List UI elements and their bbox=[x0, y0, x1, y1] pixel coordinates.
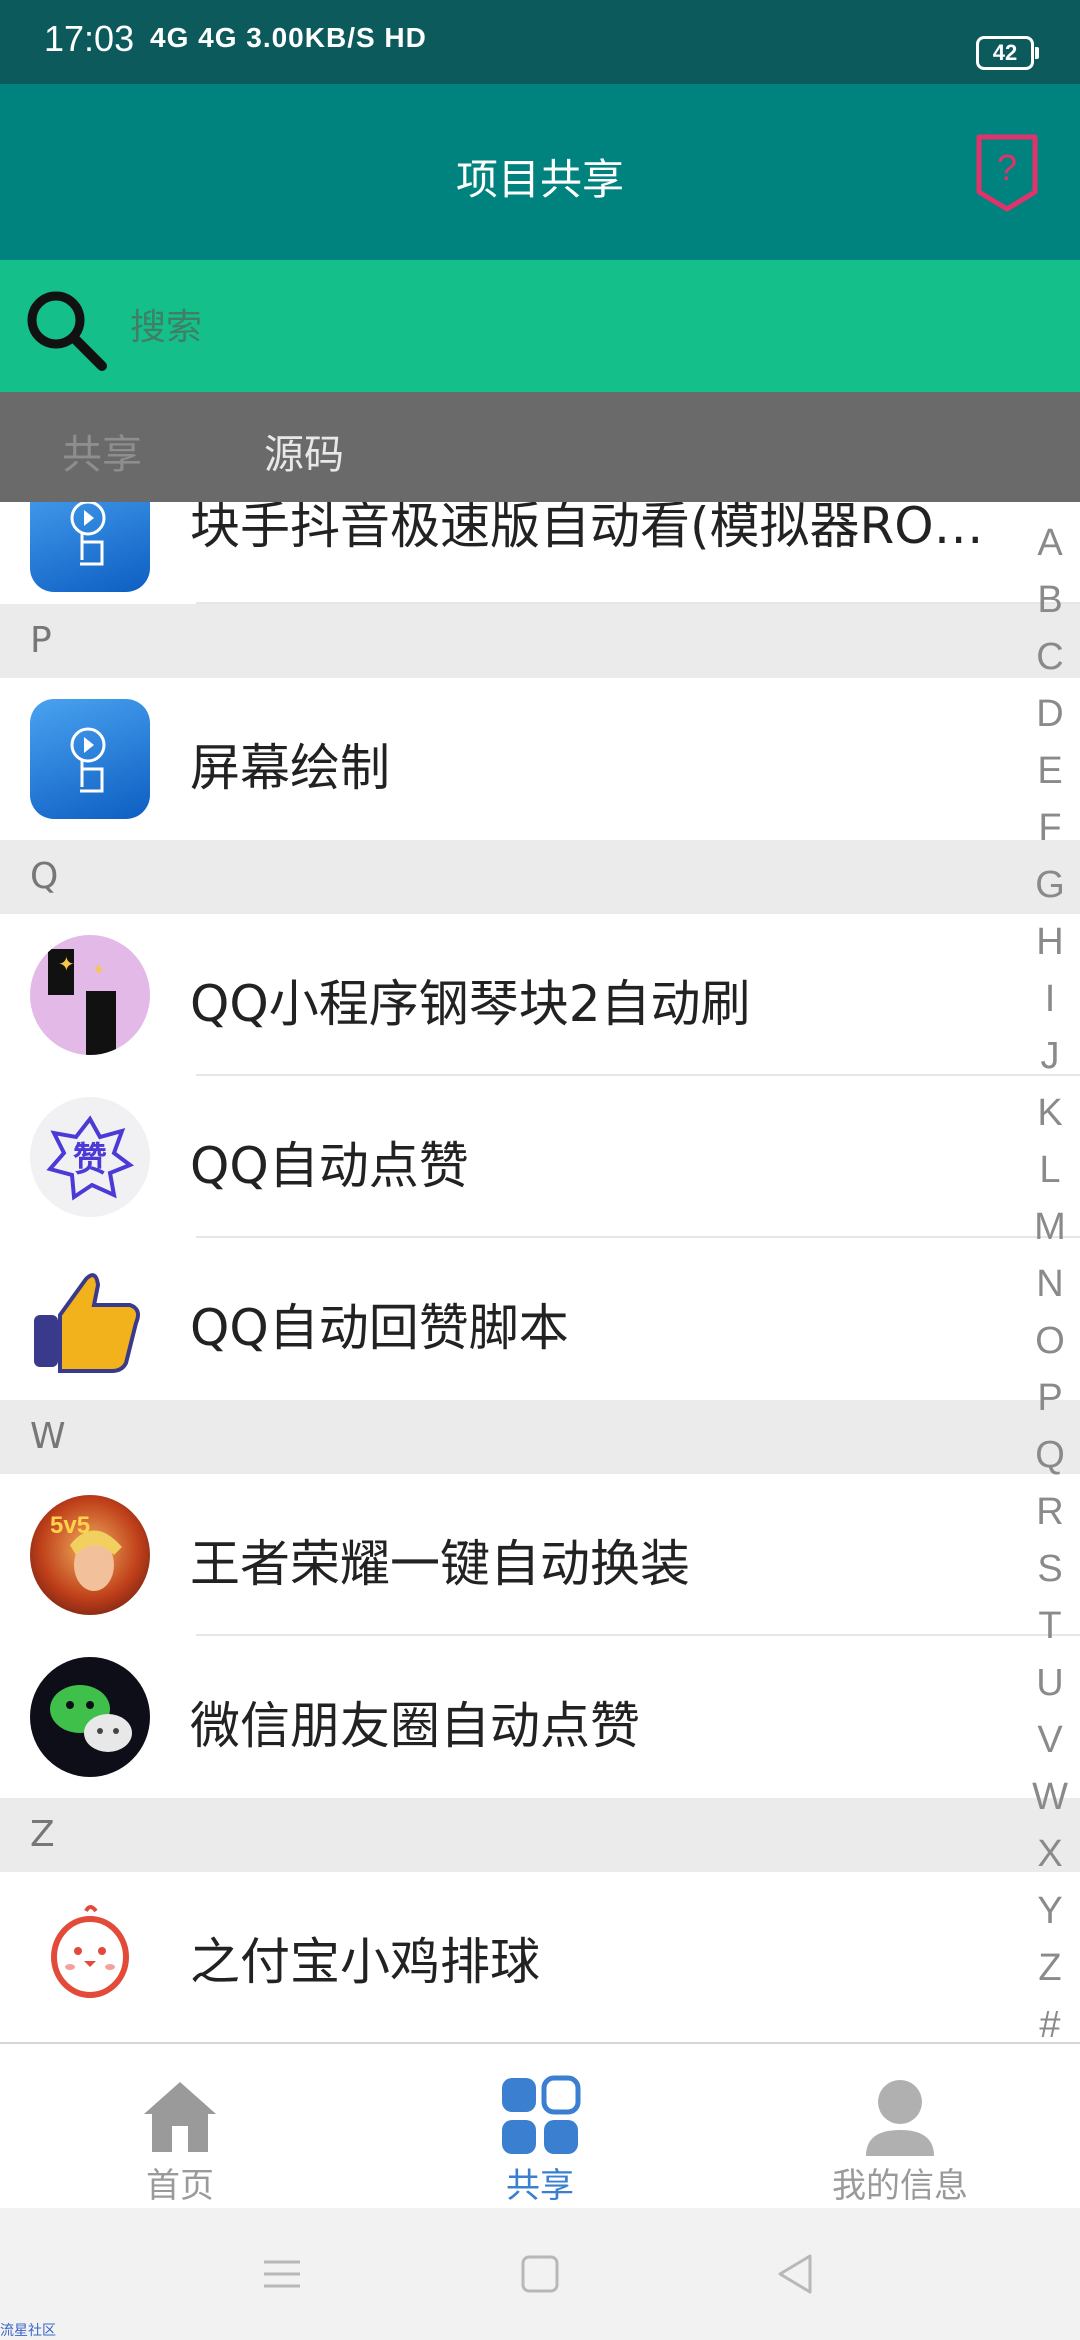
svg-text:✦: ✦ bbox=[92, 960, 105, 979]
index-letter[interactable]: E bbox=[1030, 743, 1070, 800]
list-item-label: 之付宝小鸡排球 bbox=[190, 1933, 540, 1991]
list-item[interactable]: 之付宝小鸡排球 bbox=[0, 1872, 1080, 2034]
index-letter[interactable]: Z bbox=[1030, 1940, 1070, 1997]
index-letter[interactable]: N bbox=[1030, 1256, 1070, 1313]
system-navigation: 流星社区 bbox=[0, 2208, 1080, 2340]
list-item[interactable]: 微信朋友圈自动点赞 bbox=[0, 1636, 1080, 1798]
list-item[interactable]: 块手抖音极速版自动看(模拟器ROOT) bbox=[0, 502, 1080, 604]
list-item[interactable]: 屏幕绘制 bbox=[0, 678, 1080, 840]
status-time: 17:03 bbox=[44, 18, 135, 59]
piano-tiles-icon: ✦ ✦ bbox=[30, 935, 150, 1055]
grid-icon bbox=[502, 2075, 581, 2154]
network-indicator: 4G 4G 3.00KB/S HD bbox=[150, 22, 427, 53]
back-icon[interactable] bbox=[774, 2252, 818, 2296]
touch-app-icon bbox=[30, 502, 150, 592]
help-question-icon[interactable]: ? bbox=[974, 132, 1040, 214]
thumbs-up-icon bbox=[30, 1259, 150, 1379]
list-item[interactable]: ✦ ✦ QQ小程序钢琴块2自动刷 bbox=[0, 914, 1080, 1076]
index-letter[interactable]: # bbox=[1030, 1997, 1070, 2054]
battery-icon: 42 bbox=[976, 36, 1039, 70]
index-letter[interactable]: M bbox=[1030, 1199, 1070, 1256]
touch-app-icon bbox=[30, 699, 150, 819]
list-item-label: 块手抖音极速版自动看(模拟器ROOT) bbox=[190, 502, 1020, 555]
index-letter[interactable]: F bbox=[1030, 800, 1070, 857]
nav-profile[interactable]: 我的信息 bbox=[780, 2074, 1020, 2207]
nav-profile-label: 我的信息 bbox=[832, 2166, 968, 2206]
index-letter[interactable]: Y bbox=[1030, 1883, 1070, 1940]
nav-home-label: 首页 bbox=[146, 2166, 214, 2206]
section-header: Z bbox=[0, 1798, 1080, 1872]
index-letter[interactable]: J bbox=[1030, 1028, 1070, 1085]
status-bar: 17:03 4G 4G 3.00KB/S HD 42 bbox=[0, 0, 1080, 84]
section-header: Q bbox=[0, 840, 1080, 914]
section-header: W bbox=[0, 1400, 1080, 1474]
tab-source[interactable]: 源码 bbox=[264, 422, 344, 480]
index-letter[interactable]: W bbox=[1030, 1769, 1070, 1826]
svg-text:?: ? bbox=[997, 147, 1017, 188]
nav-share[interactable]: 共享 bbox=[420, 2074, 660, 2207]
game-hero-icon: 5v5 bbox=[30, 1495, 150, 1615]
alphabet-index[interactable]: A B C D E F G H I J K L M N O P Q R S T U V W X Y Z # bbox=[1030, 515, 1070, 2054]
bottom-navigation: 首页 共享 我的信息 bbox=[0, 2042, 1080, 2210]
svg-text:✦: ✦ bbox=[58, 952, 75, 976]
like-badge-icon: 赞 bbox=[30, 1097, 150, 1217]
section-letter: P bbox=[30, 620, 52, 661]
wechat-icon bbox=[30, 1657, 150, 1777]
list-item[interactable]: QQ自动回赞脚本 bbox=[0, 1238, 1080, 1400]
index-letter[interactable]: B bbox=[1030, 572, 1070, 629]
index-letter[interactable]: U bbox=[1030, 1655, 1070, 1712]
nav-home[interactable]: 首页 bbox=[60, 2074, 300, 2207]
section-letter: W bbox=[30, 1416, 66, 1457]
index-letter[interactable]: K bbox=[1030, 1085, 1070, 1142]
index-letter[interactable]: I bbox=[1030, 971, 1070, 1028]
tab-bar: 共享 源码 bbox=[0, 392, 1080, 502]
search-bar bbox=[0, 260, 1080, 392]
section-letter: Q bbox=[30, 856, 59, 897]
index-letter[interactable]: S bbox=[1030, 1541, 1070, 1598]
list-item[interactable]: 赞 QQ自动点赞 bbox=[0, 1076, 1080, 1238]
index-letter[interactable]: C bbox=[1030, 629, 1070, 686]
app-bar: 项目共享 ? bbox=[0, 84, 1080, 260]
index-letter[interactable]: L bbox=[1030, 1142, 1070, 1199]
home-icon bbox=[144, 2082, 216, 2152]
tab-share[interactable]: 共享 bbox=[62, 422, 142, 480]
page-title: 项目共享 bbox=[455, 155, 624, 204]
list-item[interactable]: 5v5 王者荣耀一键自动换装 bbox=[0, 1474, 1080, 1636]
list-item-label: 微信朋友圈自动点赞 bbox=[190, 1697, 640, 1755]
section-letter: Z bbox=[30, 1814, 55, 1855]
list-item-label: 王者荣耀一键自动换装 bbox=[190, 1535, 690, 1593]
section-header: P bbox=[0, 604, 1080, 678]
nav-share-label: 共享 bbox=[506, 2166, 574, 2206]
index-letter[interactable]: G bbox=[1030, 857, 1070, 914]
chick-icon bbox=[30, 1893, 150, 2013]
svg-text:赞: 赞 bbox=[73, 1140, 107, 1180]
index-letter[interactable]: X bbox=[1030, 1826, 1070, 1883]
user-icon bbox=[866, 2080, 934, 2156]
home-square-icon[interactable] bbox=[518, 2252, 562, 2296]
list-item-label: 屏幕绘制 bbox=[190, 739, 390, 797]
list-item-label: QQ自动回赞脚本 bbox=[190, 1299, 569, 1357]
index-letter[interactable]: D bbox=[1030, 686, 1070, 743]
search-icon[interactable] bbox=[18, 282, 110, 374]
index-letter[interactable]: V bbox=[1030, 1712, 1070, 1769]
menu-icon[interactable] bbox=[260, 2252, 304, 2296]
project-list: 块手抖音极速版自动看(模拟器ROOT) P 屏幕绘制 Q ✦ ✦ QQ小程序钢琴… bbox=[0, 502, 1080, 2042]
index-letter[interactable]: P bbox=[1030, 1370, 1070, 1427]
list-item-label: QQ小程序钢琴块2自动刷 bbox=[190, 975, 751, 1033]
search-input[interactable] bbox=[128, 286, 1032, 368]
list-item-label: QQ自动点赞 bbox=[190, 1137, 469, 1195]
watermark: 流星社区 bbox=[0, 2323, 56, 2339]
index-letter[interactable]: R bbox=[1030, 1484, 1070, 1541]
index-letter[interactable]: O bbox=[1030, 1313, 1070, 1370]
index-letter[interactable]: Q bbox=[1030, 1427, 1070, 1484]
index-letter[interactable]: A bbox=[1030, 515, 1070, 572]
index-letter[interactable]: T bbox=[1030, 1598, 1070, 1655]
index-letter[interactable]: H bbox=[1030, 914, 1070, 971]
